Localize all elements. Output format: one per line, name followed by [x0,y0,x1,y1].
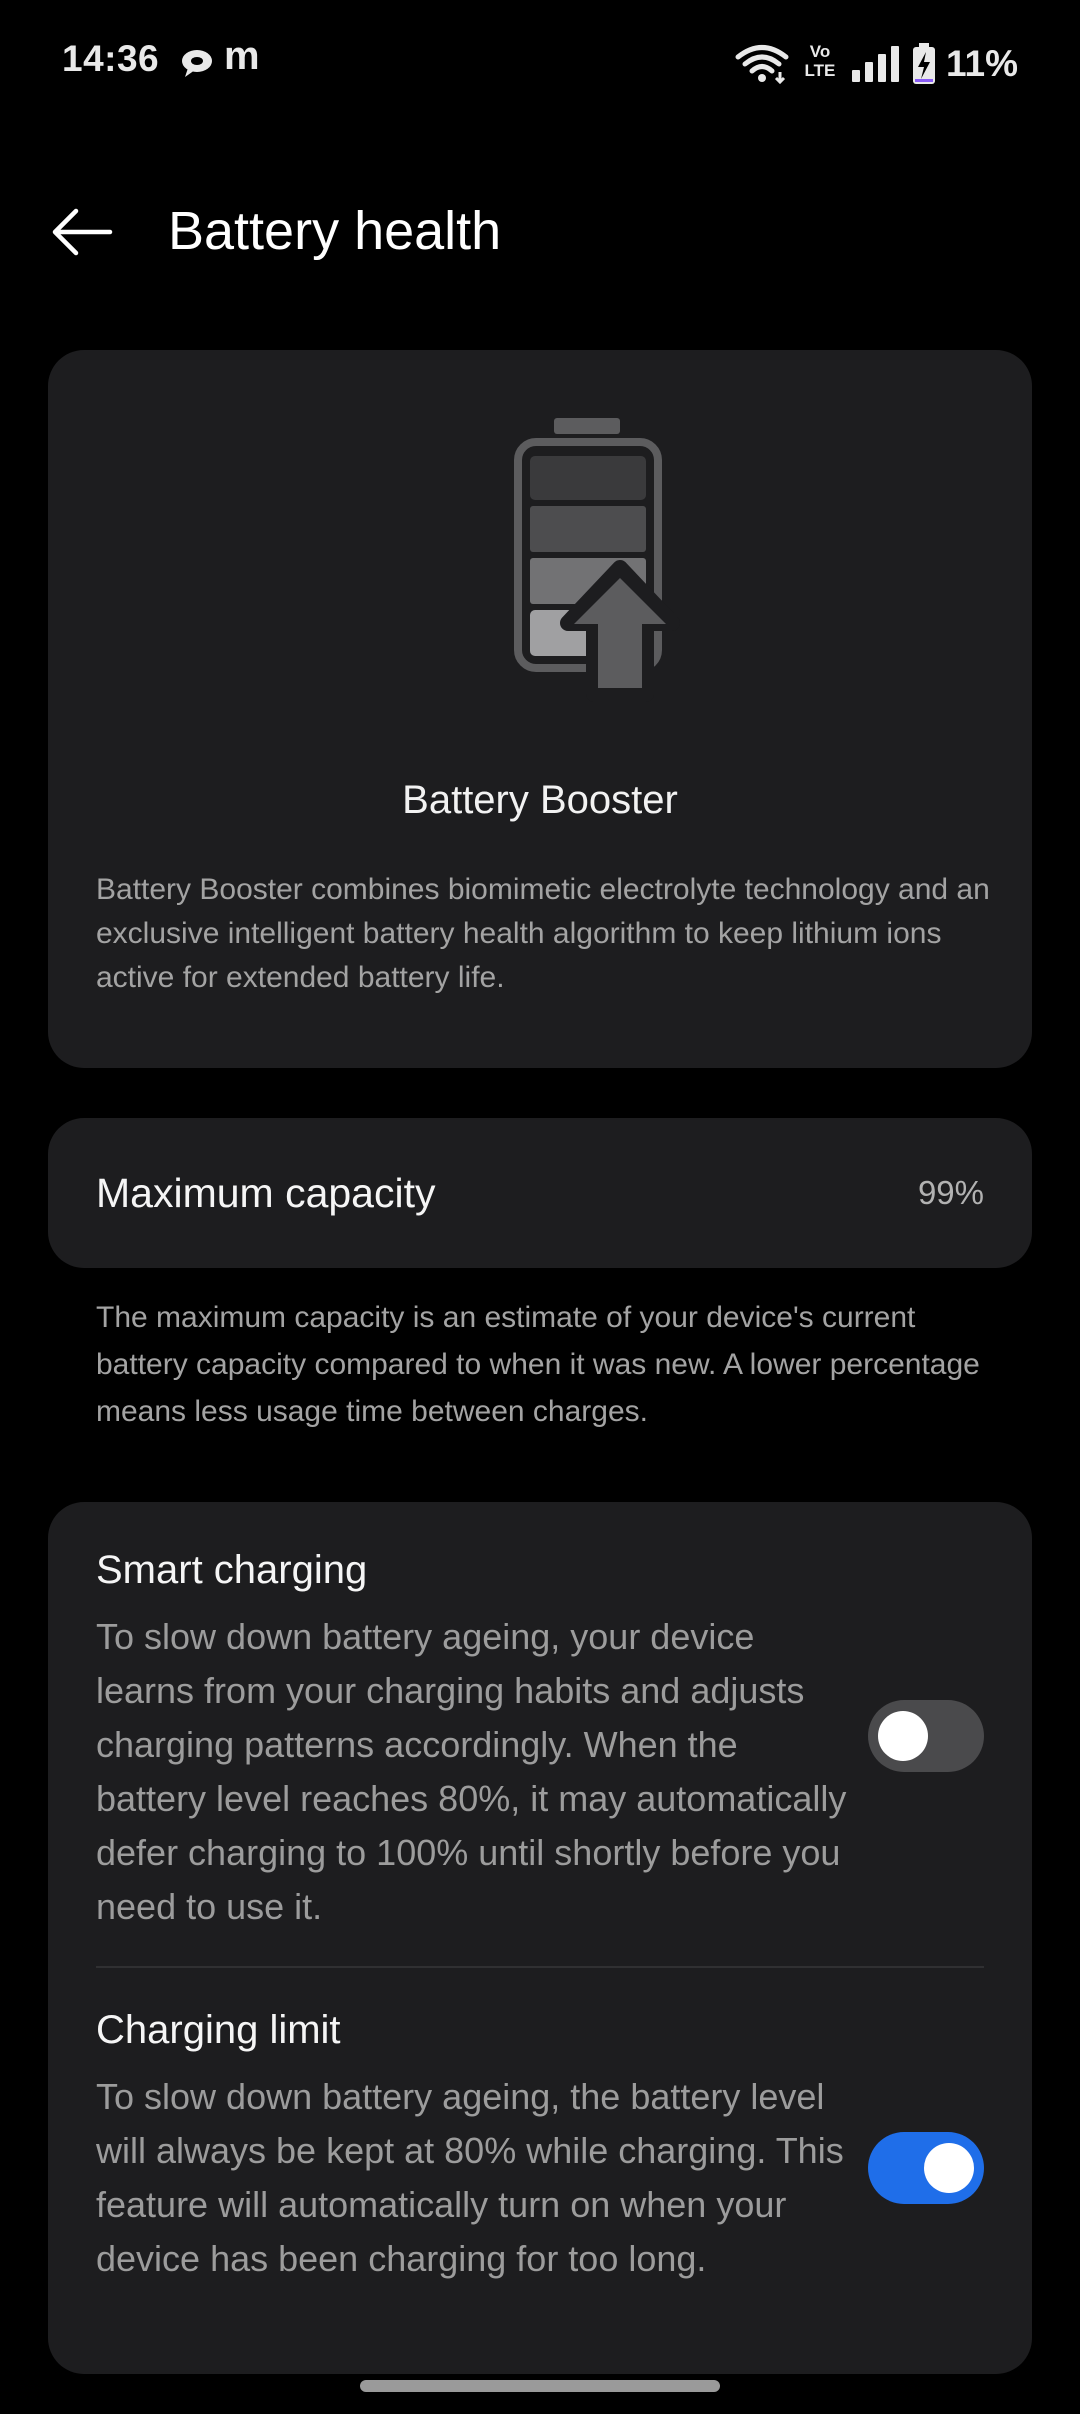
volte-icon: Vo LTE [800,42,840,86]
volte-label-line1: Vo [809,42,831,61]
status-bar: 14:36 m Vo LTE 11% [0,0,1080,130]
battery-booster-icon [514,418,680,702]
wifi-icon [735,45,789,84]
battery-booster-card: Battery Booster Battery Booster combines… [48,350,1032,1068]
app-header: Battery health [0,180,1080,280]
home-indicator[interactable] [360,2380,720,2392]
charging-limit-row[interactable]: Charging limit To slow down battery agei… [48,1966,1032,2374]
arrow-left-icon [52,208,113,256]
maximum-capacity-label: Maximum capacity [96,1170,436,1216]
charging-limit-title: Charging limit [96,2008,341,2052]
charging-settings-card: Smart charging To slow down battery agei… [48,1502,1032,2374]
maximum-capacity-row[interactable]: Maximum capacity 99% [48,1118,1032,1268]
battery-percent: 11% [945,43,1018,84]
smart-charging-description: To slow down battery ageing, your device… [96,1616,847,1927]
maximum-capacity-note: The maximum capacity is an estimate of y… [96,1301,980,1428]
toggle-knob [924,2143,974,2193]
charging-limit-description: To slow down battery ageing, the battery… [96,2076,844,2279]
battery-charging-icon [912,43,935,84]
volte-label-line2: LTE [804,61,836,80]
chat-bubble-icon [182,50,212,77]
smart-charging-title: Smart charging [96,1548,368,1592]
smart-charging-toggle[interactable] [868,1700,984,1772]
charging-limit-toggle[interactable] [868,2132,984,2204]
m-app-icon: m [224,34,260,78]
toggle-knob [878,1711,928,1761]
signal-icon [851,46,899,82]
booster-title: Battery Booster [402,778,678,822]
battery-health-screen: 14:36 m Vo LTE 11% Battery health Batter… [0,0,1080,2414]
page-title: Battery health [168,201,502,261]
status-indicators: Vo LTE 11% [734,36,1018,92]
status-time: 14:36 [62,38,160,79]
back-button[interactable] [44,194,120,270]
smart-charging-row[interactable]: Smart charging To slow down battery agei… [48,1502,1032,1966]
maximum-capacity-value: 99% [917,1174,984,1211]
booster-description: Battery Booster combines biomimetic elec… [96,873,990,994]
